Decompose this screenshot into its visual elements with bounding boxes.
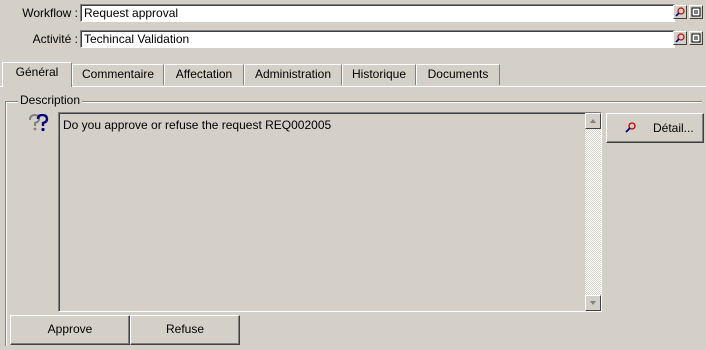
scroll-down-arrow-icon: [590, 301, 596, 305]
activite-zoom-button[interactable]: [673, 31, 687, 45]
detail-button[interactable]: Détail...: [606, 113, 704, 143]
tab-affectation[interactable]: Affectation: [164, 64, 244, 85]
workflow-window: Workflow : Request approval Activité : T…: [0, 0, 706, 350]
scroll-down-button[interactable]: [585, 295, 601, 311]
tab-general[interactable]: Général: [2, 62, 72, 87]
scroll-up-button[interactable]: [585, 113, 601, 129]
magnifier-icon: [675, 7, 685, 17]
description-text-area[interactable]: Do you approve or refuse the request REQ…: [58, 112, 602, 312]
tab-administration[interactable]: Administration: [244, 64, 342, 85]
question-icon: [29, 114, 49, 132]
workflow-row: Workflow : Request approval: [0, 2, 706, 24]
approve-button[interactable]: Approve: [10, 315, 130, 345]
workflow-open-button[interactable]: [689, 5, 703, 19]
open-record-icon: [691, 7, 701, 17]
tab-documents[interactable]: Documents: [416, 64, 500, 85]
magnifier-icon: [675, 33, 685, 43]
description-text: Do you approve or refuse the request REQ…: [63, 118, 332, 132]
vertical-scrollbar[interactable]: [585, 113, 601, 311]
refuse-button[interactable]: Refuse: [130, 315, 240, 345]
detail-button-label: Détail...: [653, 121, 694, 135]
tab-commentaire[interactable]: Commentaire: [72, 64, 164, 85]
tab-divider: [0, 86, 706, 87]
open-record-icon: [691, 33, 701, 43]
workflow-zoom-button[interactable]: [673, 5, 687, 19]
scroll-up-arrow-icon: [590, 119, 596, 123]
magnifier-icon: [625, 122, 636, 133]
activite-open-button[interactable]: [689, 31, 703, 45]
tab-historique[interactable]: Historique: [342, 64, 416, 85]
description-legend: Description: [18, 93, 83, 107]
activite-row: Activité : Techincal Validation: [0, 28, 706, 50]
workflow-field[interactable]: Request approval: [80, 4, 675, 22]
tab-strip: Général Commentaire Affectation Administ…: [0, 62, 706, 87]
workflow-label: Workflow :: [22, 6, 78, 20]
activite-field[interactable]: Techincal Validation: [80, 30, 675, 48]
activite-label: Activité :: [32, 32, 78, 46]
